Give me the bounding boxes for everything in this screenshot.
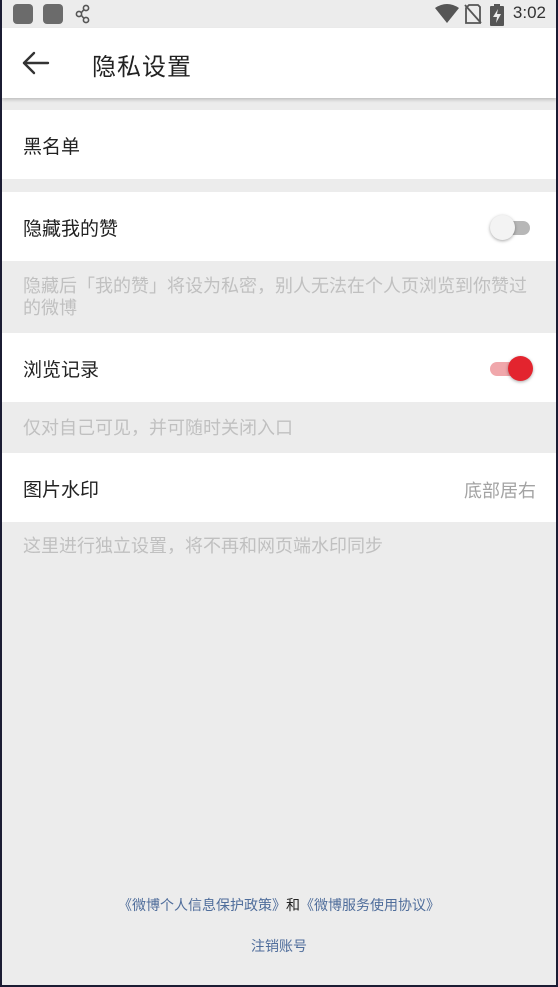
browsing-history-label: 浏览记录 bbox=[23, 359, 100, 381]
footer-links: 《微博个人信息保护政策》和《微博服务使用协议》 bbox=[2, 895, 556, 915]
battery-charging-icon bbox=[490, 4, 504, 26]
watermark-label: 图片水印 bbox=[23, 479, 100, 501]
hide-likes-row: 隐藏我的赞 bbox=[2, 192, 556, 261]
service-agreement-link[interactable]: 《微博服务使用协议》 bbox=[300, 898, 440, 914]
footer-conjunction: 和 bbox=[286, 898, 300, 914]
hide-likes-hint: 隐藏后「我的赞」将设为私密，别人无法在个人页浏览到你赞过的微博 bbox=[23, 276, 527, 319]
browsing-history-row: 浏览记录 bbox=[2, 333, 556, 402]
blacklist-row[interactable]: 黑名单 bbox=[2, 110, 556, 179]
status-time: 3:02 bbox=[512, 3, 546, 22]
arrow-left-icon bbox=[22, 51, 50, 75]
privacy-policy-link[interactable]: 《微博个人信息保护政策》 bbox=[118, 898, 286, 914]
privacy-settings-screen: 3:02 隐私设置 黑名单 隐藏我的赞 隐藏后「我的赞」将设为私密，别人无法在个… bbox=[2, 0, 556, 985]
app-bar: 隐私设置 bbox=[2, 28, 556, 98]
watermark-row[interactable]: 图片水印 底部居右 bbox=[2, 453, 556, 522]
deregister-account-link[interactable]: 注销账号 bbox=[2, 936, 556, 956]
blacklist-label: 黑名单 bbox=[23, 136, 81, 158]
wifi-icon bbox=[435, 4, 459, 23]
browsing-history-toggle[interactable] bbox=[490, 355, 534, 381]
no-sim-icon bbox=[464, 4, 482, 24]
browsing-history-hint: 仅对自己可见，并可随时关闭入口 bbox=[23, 418, 293, 439]
page-title: 隐私设置 bbox=[92, 53, 192, 81]
hide-likes-toggle[interactable] bbox=[490, 214, 534, 240]
watermark-hint: 这里进行独立设置，将不再和网页端水印同步 bbox=[23, 536, 383, 557]
share-icon bbox=[75, 4, 90, 24]
app-notification-icon bbox=[43, 4, 63, 24]
app-notification-icon bbox=[13, 4, 33, 24]
toggle-thumb bbox=[508, 356, 533, 381]
toggle-thumb bbox=[490, 215, 515, 240]
back-button[interactable] bbox=[16, 45, 52, 81]
status-bar: 3:02 bbox=[2, 0, 556, 28]
watermark-value: 底部居右 bbox=[464, 481, 536, 502]
hide-likes-label: 隐藏我的赞 bbox=[23, 218, 119, 240]
